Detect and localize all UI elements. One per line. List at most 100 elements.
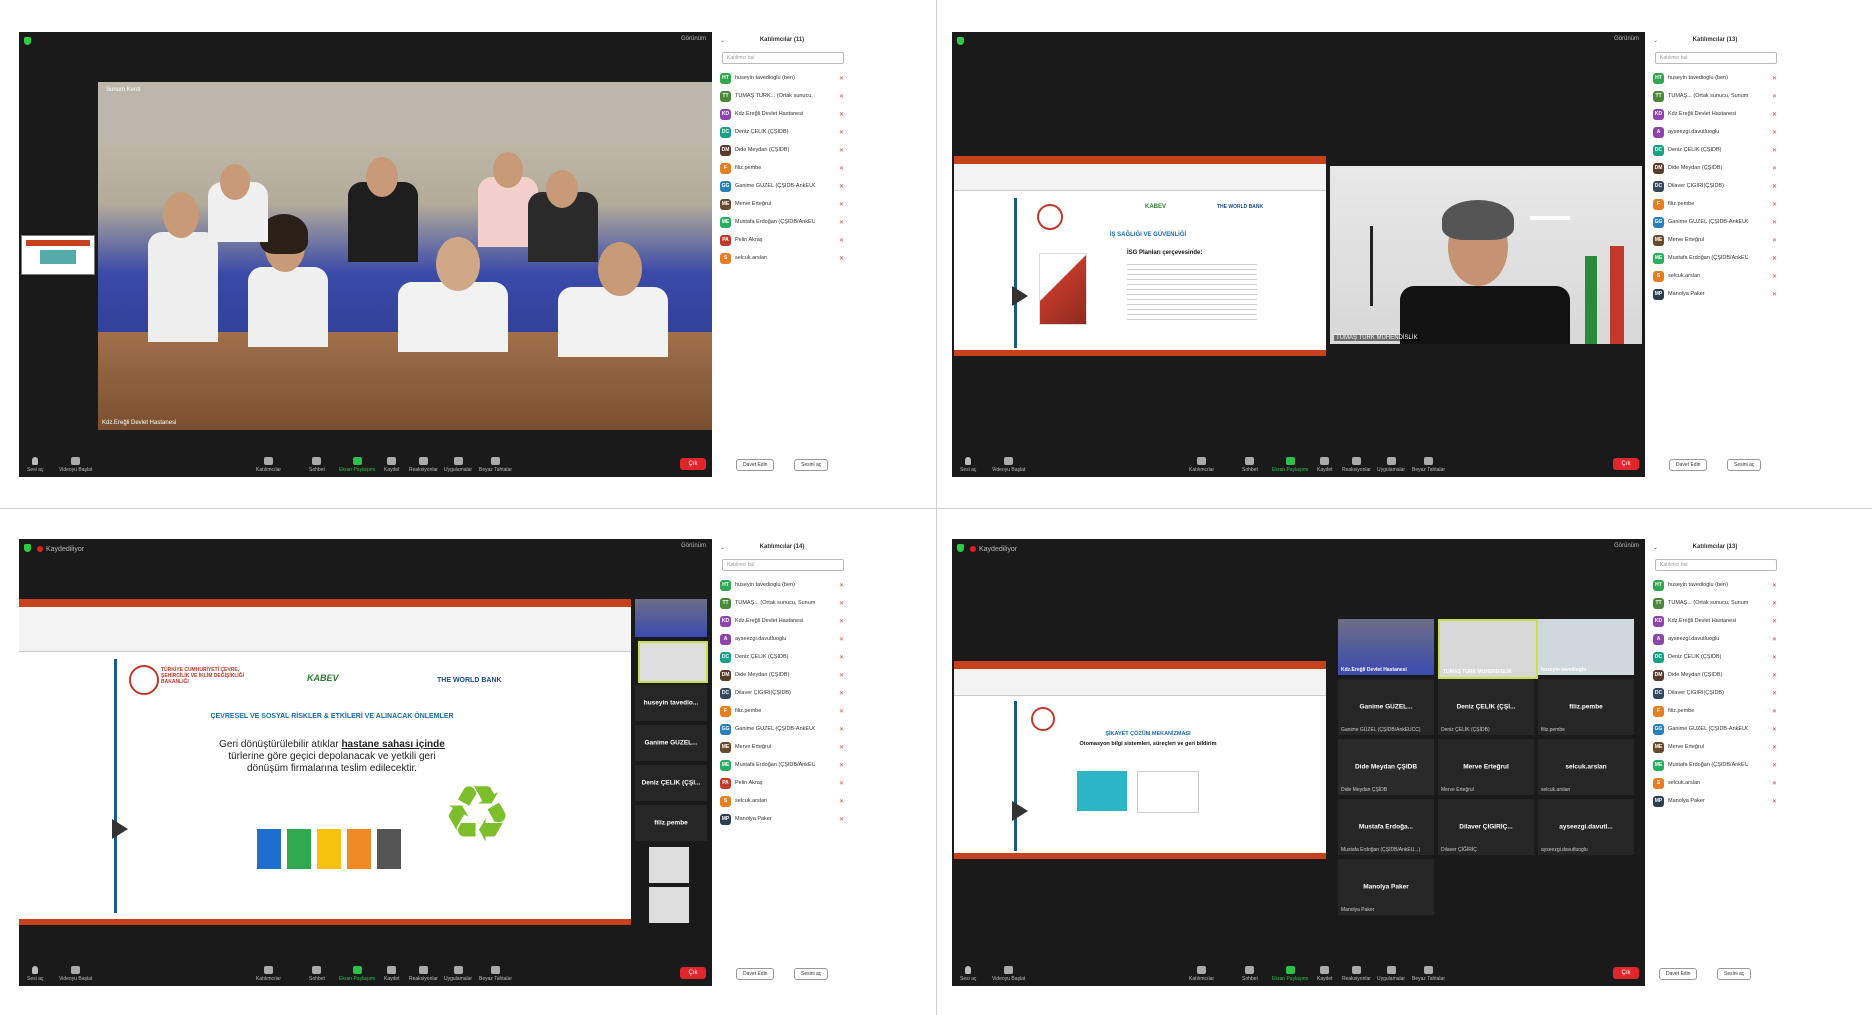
record-button[interactable]: Kaydet [384,966,400,982]
apps-button[interactable]: Uygulamalar [1377,457,1405,473]
share-screen-button[interactable]: Ekran Paylaşımı [1272,966,1308,982]
muted-mic-icon[interactable]: ✕ [1772,111,1777,118]
participant-row[interactable]: TT TÜMAŞ... (Ortak sunucu, Sunum Sahibi) ✕ [720,595,844,613]
participants-button[interactable]: Katılımcılar [1189,457,1214,473]
apps-button[interactable]: Uygulamalar [444,457,472,473]
participant-row[interactable]: DC Dilaver ÇİĞİRİ(ÇŞİDB) ✕ [1653,178,1777,196]
muted-mic-icon[interactable]: ✕ [839,111,844,118]
reactions-button[interactable]: Reaksiyonlar [409,966,438,982]
search-input[interactable]: Katılımcı bul [1655,559,1777,571]
participant-row[interactable]: KD Kdz.Ereğli Devlet Hastanesi ✕ [1653,106,1777,124]
muted-mic-icon[interactable]: ✕ [1772,636,1777,643]
participant-row[interactable]: Sselcuk.arslan ✕ [720,250,844,268]
participants-button[interactable]: Katılımcılar [1189,966,1214,982]
video-button[interactable]: Videoyu Başlat [59,966,92,982]
participant-row[interactable]: PA Pelin Akraş ✕ [720,232,844,250]
muted-mic-icon[interactable]: ✕ [1772,618,1777,625]
muted-mic-icon[interactable]: ✕ [1772,147,1777,154]
participant-row[interactable]: ME Merve Erteğrul ✕ [720,739,844,757]
mute-button[interactable]: Sesi aç [960,966,976,982]
muted-mic-icon[interactable]: ✕ [839,183,844,190]
video-button[interactable]: Videoyu Başlat [992,966,1025,982]
chat-button[interactable]: Sohbet [309,966,325,982]
end-meeting-button[interactable]: Çık [1613,458,1639,470]
muted-mic-icon[interactable]: ✕ [839,201,844,208]
muted-mic-icon[interactable]: ✕ [839,780,844,787]
participants-button[interactable]: Katılımcılar [256,966,281,982]
share-screen-button[interactable]: Ekran Paylaşımı [1272,457,1308,473]
participant-row[interactable]: ME Mustafa Erdoğan (ÇŞİDB/AnkEU...) ✕ [1653,250,1777,268]
participant-row[interactable]: Ffiliz.pembe ✕ [720,703,844,721]
record-button[interactable]: Kaydet [1317,457,1333,473]
muted-mic-icon[interactable]: ✕ [1772,600,1777,607]
unmute-button[interactable]: Sesini aç [1717,968,1752,980]
participant-row[interactable]: DM Dide Meydan (ÇŞİDB) ✕ [1653,667,1777,685]
muted-mic-icon[interactable]: ✕ [839,147,844,154]
apps-button[interactable]: Uygulamalar [444,966,472,982]
reactions-button[interactable]: Reaksiyonlar [1342,457,1371,473]
participant-row[interactable]: TT TÜMAŞ... (Ortak sunucu, Sunum Sahibi) ✕ [1653,595,1777,613]
view-button[interactable]: Görünüm [681,36,706,42]
shared-screen-thumbnail[interactable] [21,235,95,275]
muted-mic-icon[interactable]: ✕ [839,636,844,643]
participant-row[interactable]: Sselcuk.arslan ✕ [1653,268,1777,286]
participant-row[interactable]: DC Deniz ÇELİK (ÇŞİDB) ✕ [720,649,844,667]
unmute-button[interactable]: Sesini aç [794,968,829,980]
end-meeting-button[interactable]: Çık [680,967,706,979]
muted-mic-icon[interactable]: ✕ [1772,780,1777,787]
end-meeting-button[interactable]: Çık [680,458,706,470]
participant-row[interactable]: GG Ganime GÜZEL (ÇŞİDB-AnkEUCC) ✕ [720,178,844,196]
whiteboard-button[interactable]: Beyaz Tahtalar [479,966,512,982]
muted-mic-icon[interactable]: ✕ [839,708,844,715]
participant-row[interactable]: Sselcuk.arslan ✕ [1653,775,1777,793]
participant-row[interactable]: GG Ganime GÜZEL (ÇŞİDB-AnkEUCC) ✕ [1653,721,1777,739]
muted-mic-icon[interactable]: ✕ [1772,582,1777,589]
participant-row[interactable]: DC Deniz ÇELİK (ÇŞİDB) ✕ [720,124,844,142]
participant-row[interactable]: Sselcuk.arslan ✕ [720,793,844,811]
muted-mic-icon[interactable]: ✕ [839,93,844,100]
muted-mic-icon[interactable]: ✕ [839,75,844,82]
view-button[interactable]: Görünüm [1614,36,1639,42]
muted-mic-icon[interactable]: ✕ [1772,93,1777,100]
muted-mic-icon[interactable]: ✕ [1772,762,1777,769]
muted-mic-icon[interactable]: ✕ [839,690,844,697]
participant-row[interactable]: Aayseezgi.davutluoglu ✕ [1653,631,1777,649]
participant-row[interactable]: KD Kdz.Ereğli Devlet Hastanesi ✕ [720,106,844,124]
participant-row[interactable]: HT huseyin tavedioglu (ben) ✕ [1653,577,1777,595]
participant-row[interactable]: HT huseyin tavedioglu (ben) ✕ [720,577,844,595]
participant-row[interactable]: GG Ganime GÜZEL (ÇŞİDB-AnkEUCC) ✕ [1653,214,1777,232]
whiteboard-button[interactable]: Beyaz Tahtalar [479,457,512,473]
view-button[interactable]: Görünüm [681,543,706,549]
participant-row[interactable]: ME Mustafa Erdoğan (ÇŞİDB/AnkEU...) ✕ [720,214,844,232]
participant-row[interactable]: Ffiliz.pembe ✕ [1653,196,1777,214]
muted-mic-icon[interactable]: ✕ [839,237,844,244]
mute-button[interactable]: Sesi aç [960,457,976,473]
participant-row[interactable]: GG Ganime GÜZEL (ÇŞİDB-AnkEUCC) ✕ [720,721,844,739]
muted-mic-icon[interactable]: ✕ [839,798,844,805]
muted-mic-icon[interactable]: ✕ [1772,798,1777,805]
muted-mic-icon[interactable]: ✕ [839,600,844,607]
unmute-button[interactable]: Sesini aç [1727,459,1762,471]
participant-row[interactable]: MP Manolya Paker ✕ [1653,286,1777,304]
search-input[interactable]: Katılımcı bul [722,559,844,571]
participant-row[interactable]: HT huseyin tavedioglu (ben) ✕ [1653,70,1777,88]
record-button[interactable]: Kaydet [384,457,400,473]
muted-mic-icon[interactable]: ✕ [1772,690,1777,697]
muted-mic-icon[interactable]: ✕ [1772,165,1777,172]
participants-button[interactable]: Katılımcılar [256,457,281,473]
muted-mic-icon[interactable]: ✕ [1772,726,1777,733]
participant-row[interactable]: DC Dilaver ÇİĞİRİ(ÇŞİDB) ✕ [720,685,844,703]
mute-button[interactable]: Sesi aç [27,457,43,473]
participant-row[interactable]: Ffiliz.pembe ✕ [720,160,844,178]
participant-row[interactable]: ME Mustafa Erdoğan (ÇŞİDB/AnkEU...) ✕ [720,757,844,775]
participant-row[interactable]: DM Dide Meydan (ÇŞİDB) ✕ [1653,160,1777,178]
video-button[interactable]: Videoyu Başlat [992,457,1025,473]
invite-button[interactable]: Davet Edin [1669,459,1708,471]
video-button[interactable]: Videoyu Başlat [59,457,92,473]
participant-row[interactable]: HT huseyin tavedioglu (ben) ✕ [720,70,844,88]
chat-button[interactable]: Sohbet [1242,457,1258,473]
muted-mic-icon[interactable]: ✕ [839,618,844,625]
participant-row[interactable]: KD Kdz.Ereğli Devlet Hastanesi ✕ [720,613,844,631]
end-meeting-button[interactable]: Çık [1613,967,1639,979]
muted-mic-icon[interactable]: ✕ [1772,201,1777,208]
